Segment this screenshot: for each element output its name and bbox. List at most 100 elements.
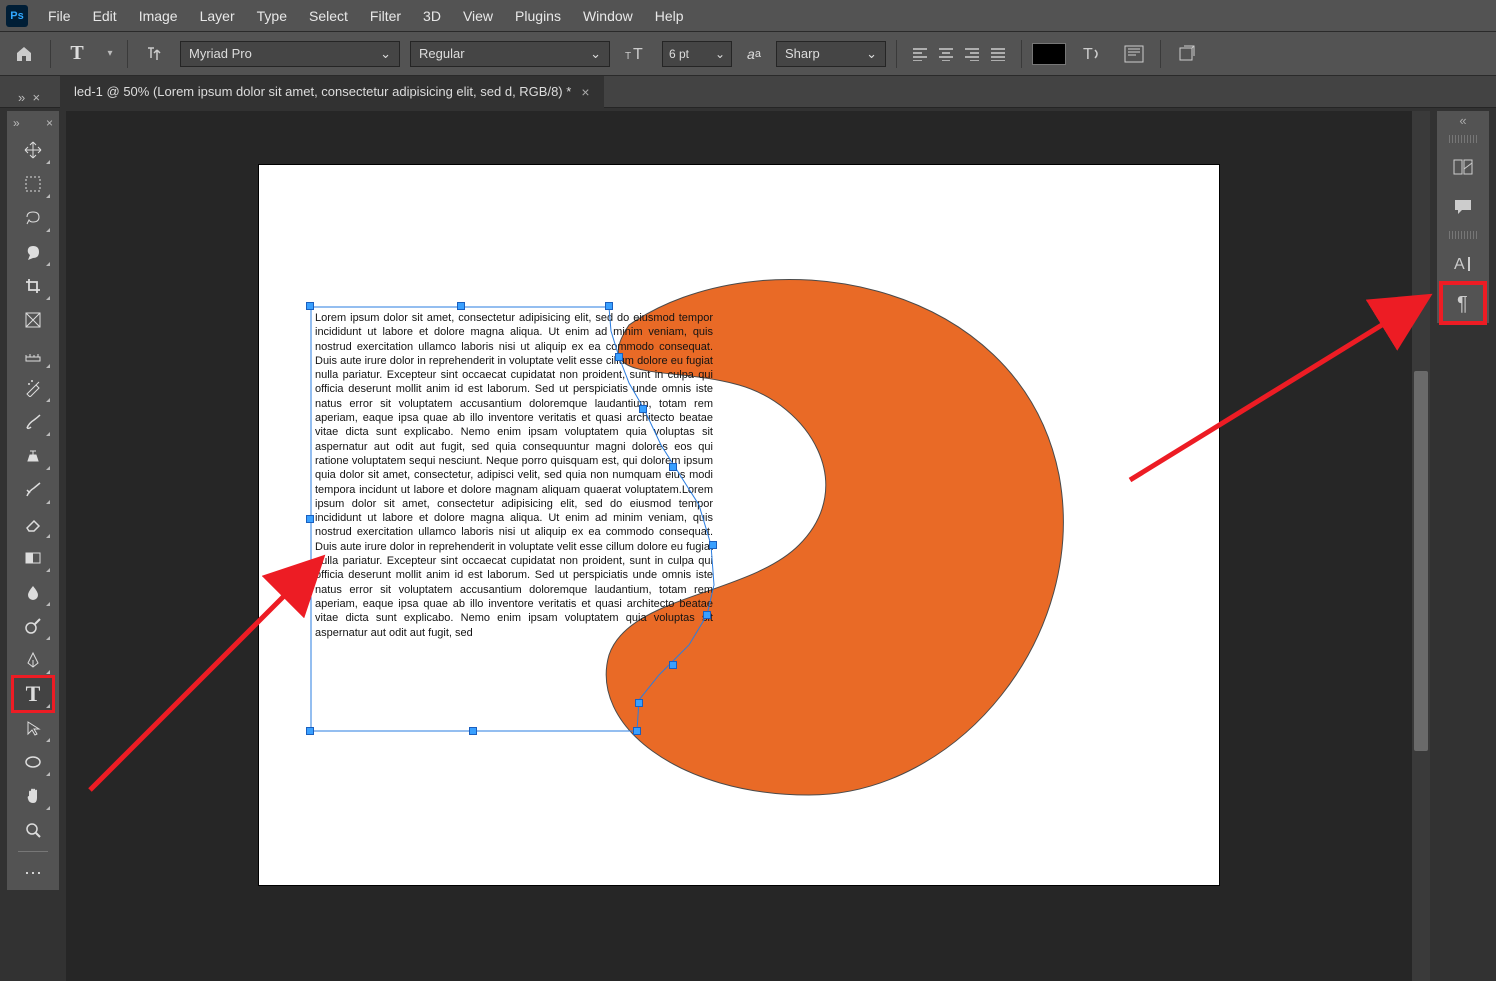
separator	[50, 40, 51, 68]
menu-edit[interactable]: Edit	[83, 4, 127, 28]
separator	[127, 40, 128, 68]
tools-panel: »× T ⋯	[7, 111, 59, 890]
transform-handle[interactable]	[306, 515, 314, 523]
brush-tool[interactable]	[13, 405, 53, 439]
font-family-value: Myriad Pro	[189, 46, 252, 61]
transform-handle[interactable]	[703, 611, 711, 619]
ellipse-shape-tool[interactable]	[13, 745, 53, 779]
font-style-value: Regular	[419, 46, 465, 61]
font-size-icon: TT	[620, 38, 652, 70]
font-size-field[interactable]: 6 pt ⌄	[662, 41, 732, 67]
menu-window[interactable]: Window	[573, 4, 643, 28]
libraries-panel-icon[interactable]	[1441, 147, 1485, 187]
font-family-dropdown[interactable]: Myriad Pro ⌄	[180, 41, 400, 67]
menu-type[interactable]: Type	[247, 4, 297, 28]
font-size-value: 6 pt	[669, 47, 689, 61]
expand-toolbar-icon[interactable]: » ×	[18, 90, 40, 105]
menu-select[interactable]: Select	[299, 4, 358, 28]
menu-plugins[interactable]: Plugins	[505, 4, 571, 28]
transform-handle[interactable]	[457, 302, 465, 310]
menu-bar: Ps File Edit Image Layer Type Select Fil…	[0, 0, 1496, 32]
path-selection-tool[interactable]	[13, 711, 53, 745]
panel-grip[interactable]	[1449, 135, 1477, 143]
home-icon[interactable]	[8, 38, 40, 70]
right-panel-rail: « A ¶	[1437, 111, 1489, 323]
type-tool[interactable]: T	[13, 677, 53, 711]
document-tab-bar: led-1 @ 50% (Lorem ipsum dolor sit amet,…	[0, 76, 1496, 108]
font-style-dropdown[interactable]: Regular ⌄	[410, 41, 610, 67]
transform-handle[interactable]	[615, 353, 623, 361]
vertical-scrollbar[interactable]	[1412, 111, 1430, 981]
transform-handle[interactable]	[669, 463, 677, 471]
marquee-tool[interactable]	[13, 167, 53, 201]
menu-layer[interactable]: Layer	[190, 4, 245, 28]
zoom-tool[interactable]	[13, 813, 53, 847]
menu-view[interactable]: View	[453, 4, 503, 28]
warp-text-icon[interactable]: T	[1076, 38, 1108, 70]
crop-tool[interactable]	[13, 269, 53, 303]
quick-selection-tool[interactable]	[13, 235, 53, 269]
comments-panel-icon[interactable]	[1441, 187, 1485, 227]
blur-tool[interactable]	[13, 575, 53, 609]
tool-preset-dropdown-icon[interactable]	[103, 38, 117, 70]
transform-handle[interactable]	[635, 699, 643, 707]
svg-text:T: T	[1083, 46, 1093, 63]
move-tool[interactable]	[13, 133, 53, 167]
transform-handle[interactable]	[605, 302, 613, 310]
menu-image[interactable]: Image	[129, 4, 188, 28]
svg-text:A: A	[1454, 256, 1465, 273]
frame-tool[interactable]	[13, 303, 53, 337]
paragraph-panel-icon[interactable]: ¶	[1441, 283, 1485, 323]
clone-stamp-tool[interactable]	[13, 439, 53, 473]
panel-grip[interactable]	[1449, 231, 1477, 239]
transform-handle[interactable]	[669, 661, 677, 669]
align-left-icon[interactable]	[907, 42, 933, 66]
text-frame[interactable]: Lorem ipsum dolor sit amet, consectetur …	[309, 305, 719, 735]
text-color-swatch[interactable]	[1032, 43, 1066, 65]
annotation-arrow-right	[1120, 310, 1420, 513]
transform-handle[interactable]	[469, 727, 477, 735]
document-canvas[interactable]: Lorem ipsum dolor sit amet, consectetur …	[259, 165, 1219, 885]
menu-filter[interactable]: Filter	[360, 4, 411, 28]
menu-help[interactable]: Help	[645, 4, 694, 28]
text-orientation-icon[interactable]	[138, 38, 170, 70]
align-right-icon[interactable]	[959, 42, 985, 66]
canvas-viewport[interactable]: Lorem ipsum dolor sit amet, consectetur …	[66, 111, 1412, 981]
expand-panels-icon[interactable]: «	[1437, 113, 1489, 131]
history-brush-tool[interactable]	[13, 473, 53, 507]
healing-brush-tool[interactable]	[13, 371, 53, 405]
pen-tool[interactable]	[13, 643, 53, 677]
hand-tool[interactable]	[13, 779, 53, 813]
close-tab-icon[interactable]: ×	[581, 84, 589, 100]
menu-3d[interactable]: 3D	[413, 4, 451, 28]
workspace: Lorem ipsum dolor sit amet, consectetur …	[66, 111, 1430, 981]
svg-text:¶: ¶	[1457, 293, 1468, 314]
antialias-value: Sharp	[785, 46, 820, 61]
separator	[896, 40, 897, 68]
transform-handle[interactable]	[306, 302, 314, 310]
character-panel-icon[interactable]	[1118, 38, 1150, 70]
eyedropper-tool[interactable]	[13, 337, 53, 371]
transform-handle[interactable]	[639, 405, 647, 413]
svg-text:T: T	[633, 46, 643, 63]
antialias-label-icon: aa	[742, 38, 766, 70]
edit-toolbar-icon[interactable]: ⋯	[13, 856, 53, 890]
character-panel-icon[interactable]: A	[1441, 243, 1485, 283]
document-tab[interactable]: led-1 @ 50% (Lorem ipsum dolor sit amet,…	[60, 76, 604, 108]
type-tool-preset-icon[interactable]: T	[61, 38, 93, 70]
align-justify-icon[interactable]	[985, 42, 1011, 66]
antialias-dropdown[interactable]: Sharp ⌄	[776, 41, 886, 67]
app-logo-icon: Ps	[6, 5, 28, 27]
tools-panel-header[interactable]: »×	[7, 113, 59, 133]
gradient-tool[interactable]	[13, 541, 53, 575]
3d-text-icon[interactable]	[1171, 38, 1203, 70]
chevron-down-icon: ⌄	[368, 46, 391, 62]
menu-file[interactable]: File	[38, 4, 81, 28]
chevron-down-icon: ⌄	[854, 46, 877, 62]
transform-handle[interactable]	[709, 541, 717, 549]
dodge-tool[interactable]	[13, 609, 53, 643]
align-center-icon[interactable]	[933, 42, 959, 66]
lasso-tool[interactable]	[13, 201, 53, 235]
transform-handle[interactable]	[633, 727, 641, 735]
eraser-tool[interactable]	[13, 507, 53, 541]
